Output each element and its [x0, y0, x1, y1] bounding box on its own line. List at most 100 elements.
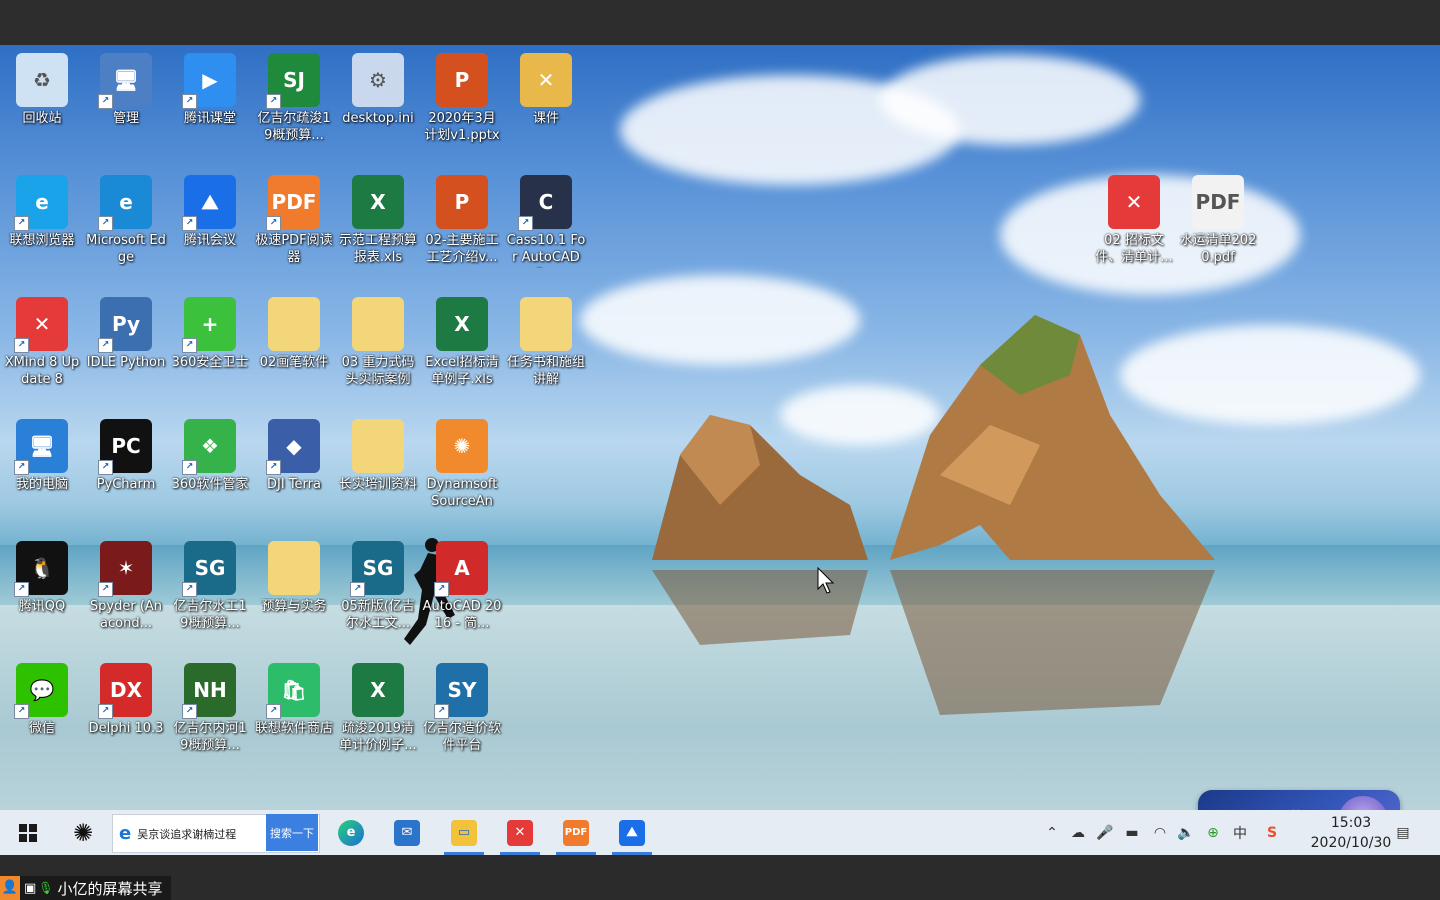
desktop-icon-label: Delphi 10.3: [88, 721, 164, 736]
desktop-icon[interactable]: ✺ Dynamsoft SourceAny...: [420, 415, 504, 533]
desktop-icon[interactable]: 🛍 ↗ 联想软件商店: [252, 659, 336, 777]
desktop-icon[interactable]: X 疏浚2019清单计价例子...: [336, 659, 420, 777]
app-icon: PDF ↗: [266, 175, 320, 231]
desktop-icon-label: 疏浚2019清单计价例子...: [339, 721, 417, 753]
desktop-icon[interactable]: P 02-主要施工工艺介绍v...: [420, 171, 504, 289]
app-icon: PDF: [1192, 175, 1244, 229]
desktop-icon[interactable]: SG ↗ 05新版(亿吉尔水工文...: [336, 537, 420, 655]
desktop-icon[interactable]: Py ↗ IDLE Python: [84, 293, 168, 411]
desktop-icon[interactable]: ❖ ↗ 360软件管家: [168, 415, 252, 533]
screen-share-top-bar: [0, 0, 1440, 45]
cloud-icon[interactable]: ☁: [1068, 822, 1088, 844]
taskbar-tencent-meeting[interactable]: ⛰: [610, 816, 654, 855]
taskbar-xmind[interactable]: ✕: [498, 816, 542, 855]
desktop-icon[interactable]: e ↗ 联想浏览器: [0, 171, 84, 289]
desktop-icon[interactable]: e ↗ Microsoft Edge: [84, 171, 168, 289]
desktop-icon-label: 亿吉尔内河19概预算...: [173, 721, 247, 753]
shortcut-arrow-icon: ↗: [98, 338, 113, 353]
desktop-icon[interactable]: C↗Cass10.1 For AutoCAD2...: [504, 171, 588, 289]
app-icon: ⛰ ↗: [182, 175, 236, 231]
desktop-icon-label: 回收站: [22, 111, 62, 126]
desktop-icon[interactable]: 🖥 ↗ 我的电脑: [0, 415, 84, 533]
desktop-icon[interactable]: 02画笔软件: [252, 293, 336, 411]
desktop-icon[interactable]: 💬 ↗ 微信: [0, 659, 84, 777]
desktop-icon[interactable]: ✶ ↗ Spyder (Anacond...: [84, 537, 168, 655]
desktop-icon-label: 2020年3月计划v1.pptx: [424, 111, 500, 143]
ime-indicator[interactable]: 中: [1230, 822, 1250, 844]
mail-icon: ✉: [394, 819, 420, 846]
volume-icon[interactable]: 🔈: [1176, 822, 1196, 844]
taskbar-edge[interactable]: e: [334, 816, 368, 849]
desktop-icon[interactable]: ⛰ ↗ 腾讯会议: [168, 171, 252, 289]
desktop-icon[interactable]: SY ↗ 亿吉尔造价软件平台: [420, 659, 504, 777]
desktop-icon[interactable]: PDF 水运清单2020.pdf: [1176, 171, 1260, 289]
app-icon: X: [352, 175, 404, 229]
desktop-icon[interactable]: X 示范工程预算报表.xls: [336, 171, 420, 289]
wifi-icon[interactable]: ◠: [1150, 822, 1170, 844]
pdf-icon: PDF: [563, 819, 589, 846]
taskbar-file-explorer[interactable]: ▭: [442, 816, 486, 855]
shortcut-arrow-icon: ↗: [266, 216, 281, 231]
desktop-icon[interactable]: ⚙ desktop.ini: [336, 49, 420, 167]
notification-center-icon[interactable]: ▤: [1392, 822, 1414, 844]
screen-share-bottom-bar: [0, 855, 1440, 900]
cortana-swirl-button[interactable]: ✺: [66, 816, 100, 849]
show-hidden-icons-chevron-icon[interactable]: ⌃: [1042, 822, 1062, 844]
taskbar-mail[interactable]: ✉: [390, 816, 424, 849]
desktop-icon[interactable]: ♻ 回收站: [0, 49, 84, 167]
start-button[interactable]: [12, 816, 44, 849]
shortcut-arrow-icon: ↗: [98, 704, 113, 719]
shortcut-arrow-icon: ↗: [182, 216, 197, 231]
desktop-icon-label: 腾讯课堂: [183, 111, 236, 126]
shortcut-arrow-icon: ↗: [434, 704, 449, 719]
shortcut-arrow-icon: ↗: [182, 582, 197, 597]
desktop-icon[interactable]: 🐧 ↗ 腾讯QQ: [0, 537, 84, 655]
desktop-icon[interactable]: X Excel招标清单例子.xls: [420, 293, 504, 411]
app-icon: X: [352, 663, 404, 717]
rock-arch-image: [652, 315, 1215, 715]
desktop-icon[interactable]: ✕ 02 招标文件、清单计...: [1092, 171, 1176, 289]
sogou-input-icon[interactable]: S: [1262, 822, 1282, 844]
desktop-icon[interactable]: 03 重力式码头实际案例: [336, 293, 420, 411]
desktop-icon[interactable]: 预算与实务: [252, 537, 336, 655]
app-icon: P: [436, 53, 488, 107]
shortcut-arrow-icon: ↗: [182, 704, 197, 719]
desktop-icon[interactable]: + ↗ 360安全卫士: [168, 293, 252, 411]
desktop-icon[interactable]: 长实培训资料: [336, 415, 420, 533]
desktop-icon[interactable]: PDF ↗ 极速PDF阅读器: [252, 171, 336, 289]
desktop-icon[interactable]: ✕ ↗ XMind 8 Update 8: [0, 293, 84, 411]
desktop-icon[interactable]: ✕ 课件: [504, 49, 588, 167]
search-input[interactable]: 吴京谈追求谢楠过程: [137, 826, 236, 842]
search-button[interactable]: 搜索一下: [266, 814, 318, 851]
microphone-icon[interactable]: 🎤: [1095, 822, 1115, 844]
folder-icon: ▭: [451, 819, 477, 846]
desktop-icon[interactable]: NH ↗ 亿吉尔内河19概预算...: [168, 659, 252, 777]
shortcut-arrow-icon: ↗: [266, 94, 281, 109]
app-icon: ▶ ↗: [182, 53, 236, 109]
desktop-icon[interactable]: PC ↗ PyCharm: [84, 415, 168, 533]
swirl-icon: ✺: [72, 818, 94, 847]
desktop-icon[interactable]: ▶ ↗ 腾讯课堂: [168, 49, 252, 167]
taskbar-clock[interactable]: 15:03 2020/10/30: [1306, 813, 1396, 853]
security-360-icon[interactable]: ⊕: [1203, 822, 1223, 844]
desktop-icon[interactable]: 任务书和施组讲解: [504, 293, 588, 411]
desktop-icon[interactable]: P 2020年3月计划v1.pptx: [420, 49, 504, 167]
app-icon: ❖ ↗: [182, 419, 236, 475]
app-icon: X: [436, 297, 488, 351]
desktop-icon[interactable]: SG ↗ 亿吉尔水工19概预算...: [168, 537, 252, 655]
desktop-icon[interactable]: SJ ↗ 亿吉尔疏浚19概预算...: [252, 49, 336, 167]
desktop-icon[interactable]: 🖥 ↗ 管理: [84, 49, 168, 167]
taskbar-pdf-reader[interactable]: PDF: [554, 816, 598, 855]
screen-icon: ▣: [24, 880, 37, 896]
desktop-icon-label: 课件: [532, 111, 559, 126]
battery-icon[interactable]: ▬: [1122, 822, 1142, 844]
desktop[interactable]: ♻ 回收站 🖥 ↗ 管理 ▶ ↗ 腾讯课堂 SJ ↗ 亿吉尔疏浚19概预算... ⚙ desktop.i…: [0, 45, 1440, 810]
app-icon: 🐧 ↗: [14, 541, 68, 597]
desktop-icon[interactable]: A ↗ AutoCAD 2016 - 简...: [420, 537, 504, 655]
edge-icon: e: [338, 819, 364, 846]
tencent-meeting-icon: ⛰: [619, 819, 645, 846]
desktop-icon[interactable]: ◆ ↗ DJI Terra: [252, 415, 336, 533]
app-icon: SG ↗: [350, 541, 404, 597]
ime-toolbar-widget[interactable]: 中 °, ☽ 👕 ★: [1198, 790, 1400, 810]
desktop-icon[interactable]: DX ↗ Delphi 10.3: [84, 659, 168, 777]
